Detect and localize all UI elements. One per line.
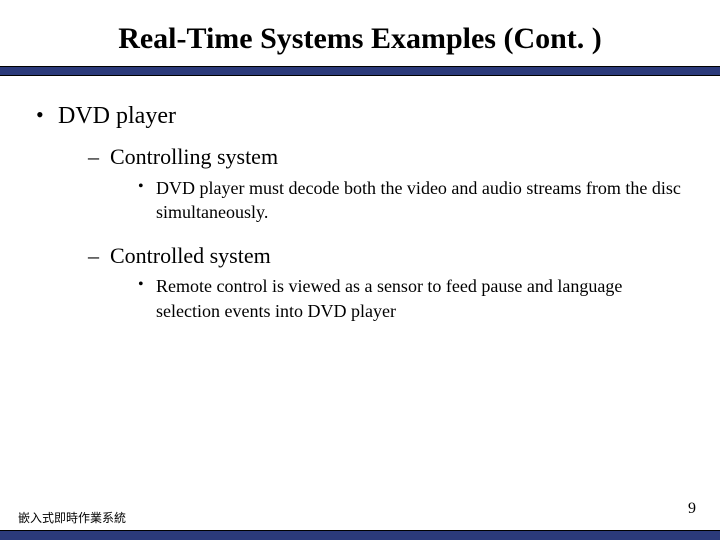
bullet-text: DVD player must decode both the video an… [156, 178, 681, 222]
bullet-text: Controlling system [110, 144, 278, 169]
bullet-list-level3: DVD player must decode both the video an… [110, 176, 690, 225]
bullet-list-level2: Controlling system DVD player must decod… [58, 142, 690, 323]
list-item: DVD player Controlling system DVD player… [30, 100, 690, 323]
bullet-list-level1: DVD player Controlling system DVD player… [30, 100, 690, 323]
bullet-list-level3: Remote control is viewed as a sensor to … [110, 274, 690, 323]
slide: Real-Time Systems Examples (Cont. ) DVD … [0, 0, 720, 540]
bullet-text: Remote control is viewed as a sensor to … [156, 276, 622, 320]
title-divider [0, 66, 720, 76]
list-item: Controlled system Remote control is view… [88, 241, 690, 323]
slide-title: Real-Time Systems Examples (Cont. ) [0, 0, 720, 66]
list-item: Remote control is viewed as a sensor to … [138, 274, 690, 323]
footer-label: 嵌入式即時作業系統 [18, 509, 126, 526]
bullet-text: Controlled system [110, 243, 271, 268]
page-number: 9 [688, 500, 696, 518]
slide-content: DVD player Controlling system DVD player… [0, 76, 720, 323]
list-item: DVD player must decode both the video an… [138, 176, 690, 225]
list-item: Controlling system DVD player must decod… [88, 142, 690, 224]
footer-divider [0, 530, 720, 540]
bullet-text: DVD player [58, 103, 176, 129]
